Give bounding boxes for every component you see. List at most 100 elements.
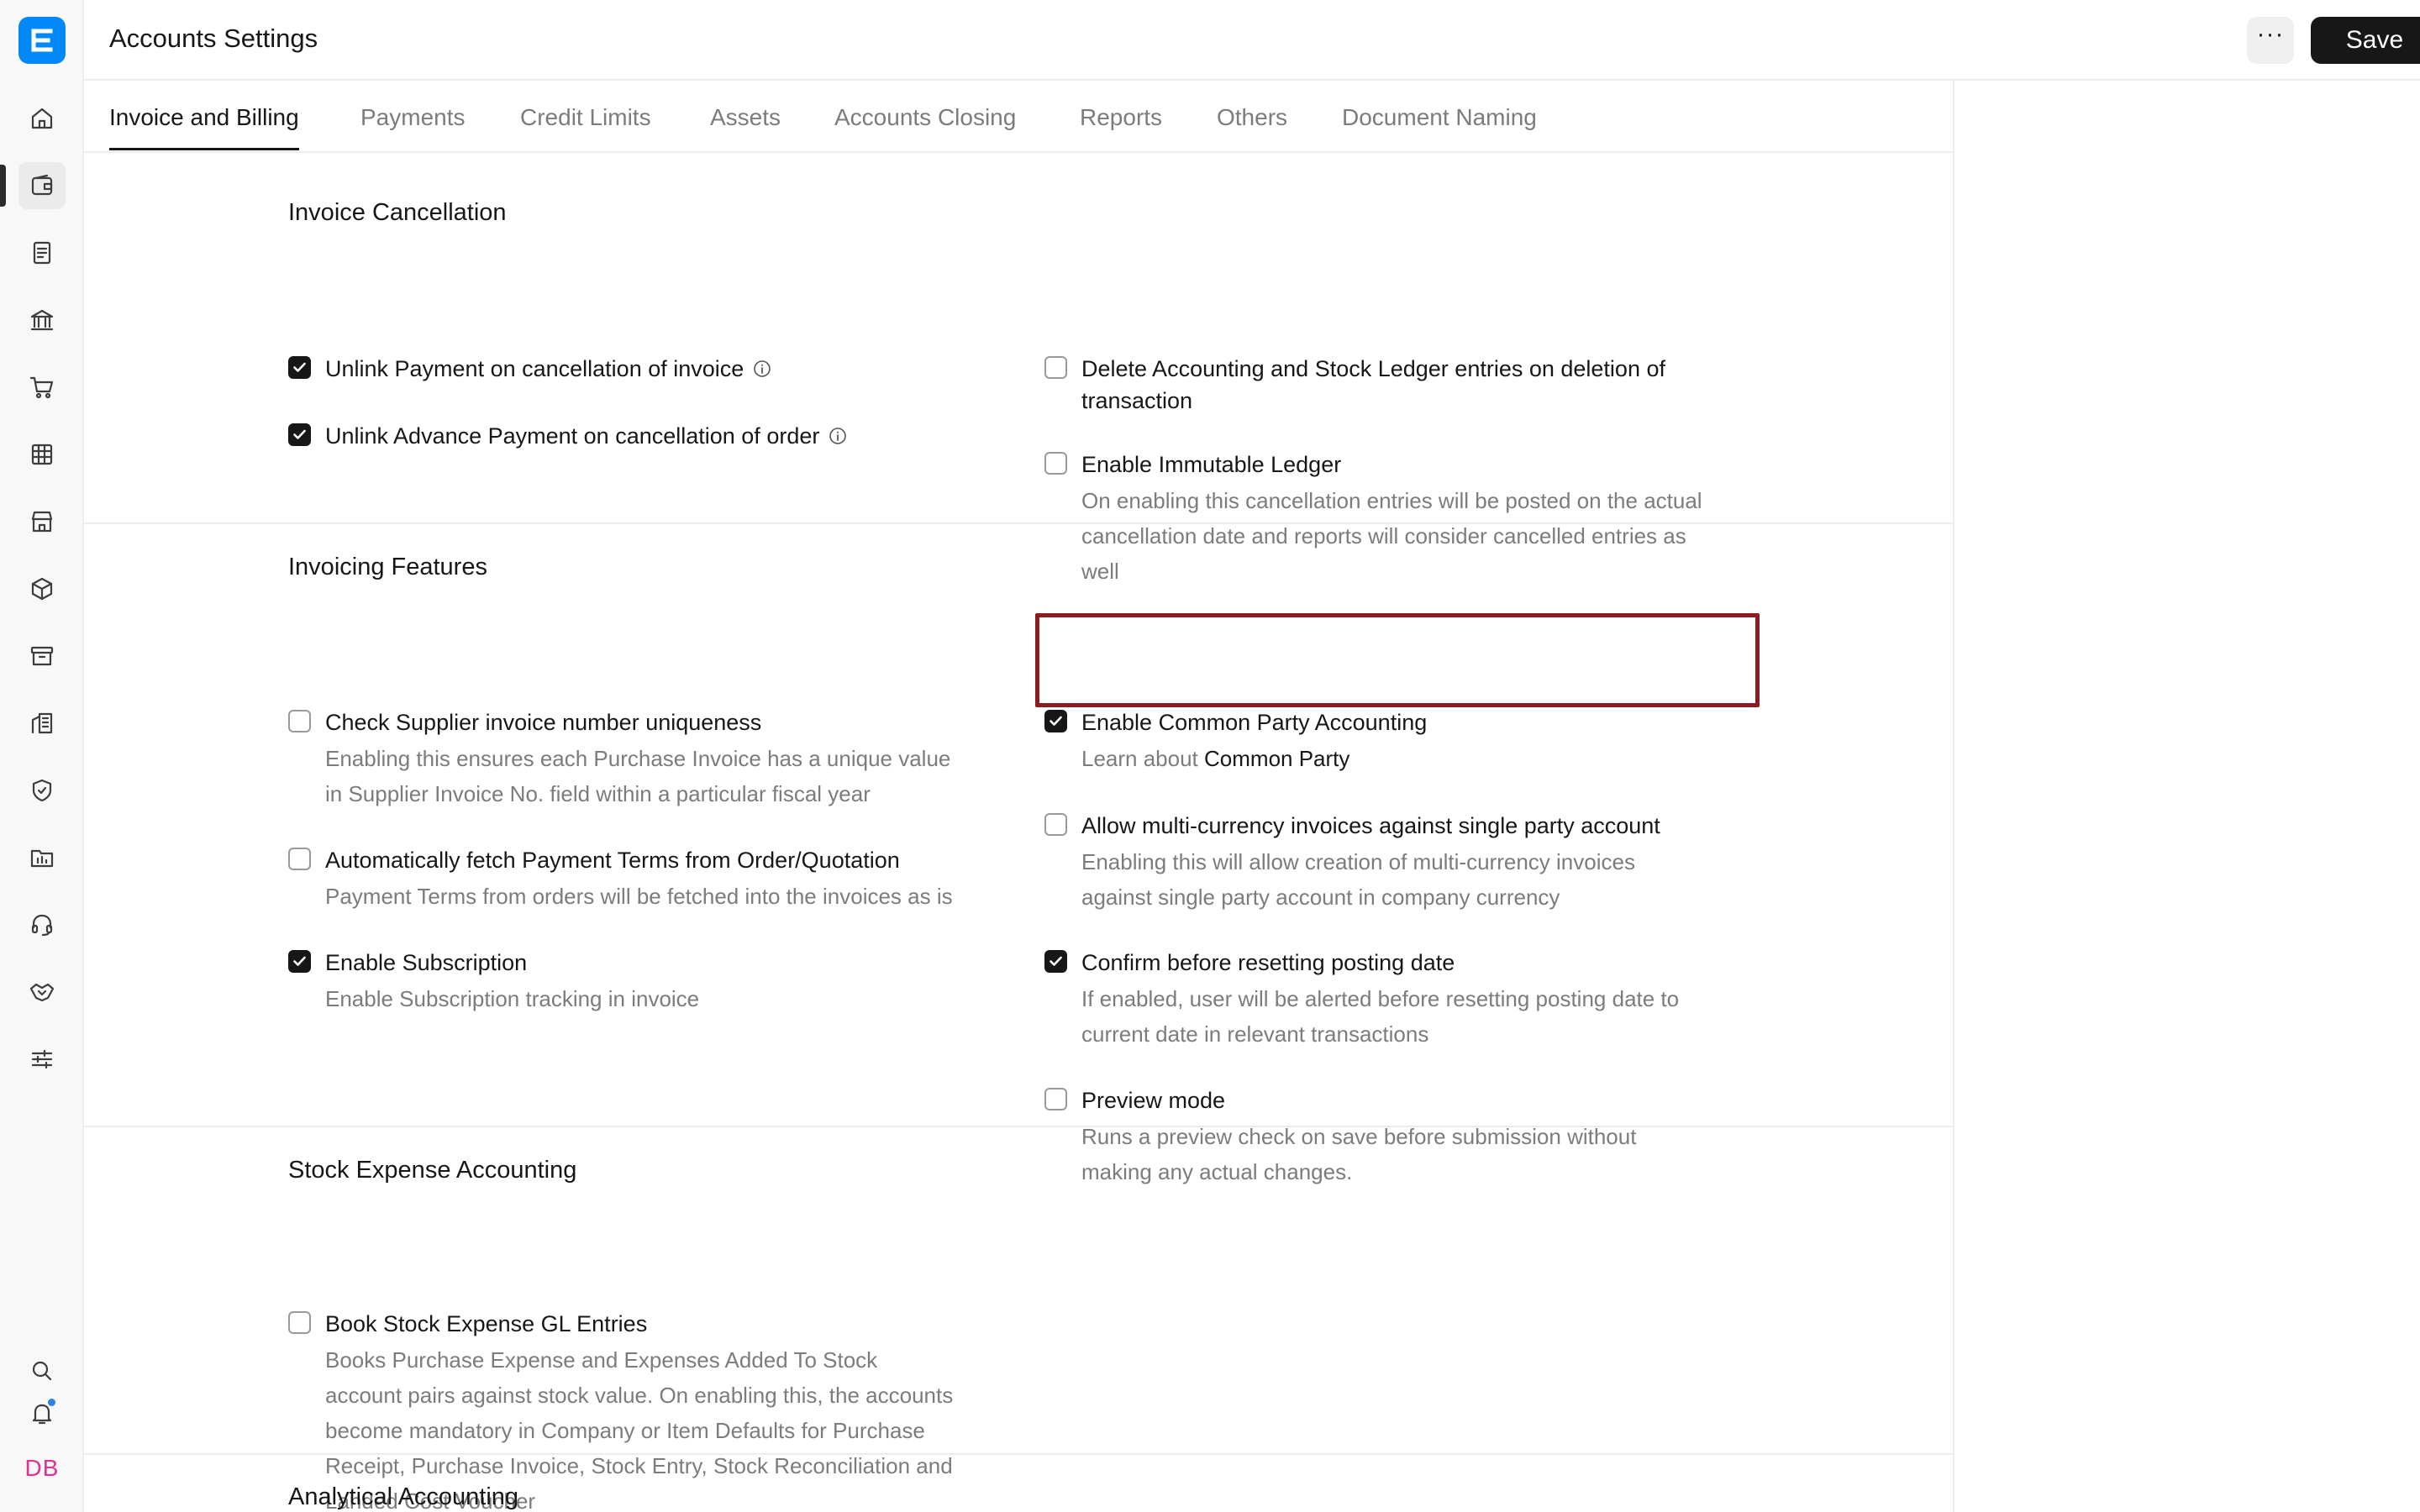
handshake-icon [29, 983, 55, 1002]
bank-icon [30, 309, 54, 331]
unlink-payment-label: Unlink Payment on cancellation of invoic… [325, 353, 772, 385]
archive-icon [30, 646, 54, 666]
description-line: become mandatory in Company or Item Defa… [325, 1418, 925, 1443]
table-icon [31, 444, 53, 465]
tab-payments[interactable]: Payments [360, 104, 466, 131]
sidebar-item-banking[interactable] [18, 297, 66, 344]
confirm-reset-label: Confirm before resetting posting date [1081, 950, 1455, 975]
search-button[interactable] [18, 1347, 66, 1394]
package-icon [31, 577, 53, 601]
sidebar-item-crm[interactable] [18, 969, 66, 1016]
avatar[interactable]: DB [18, 1445, 66, 1492]
check-icon [1050, 956, 1062, 966]
sidebar-item-manufacturing[interactable] [18, 700, 66, 747]
field-multi-currency-invoices: Allow multi-currency invoices against si… [1044, 810, 1784, 919]
field-enable-subscription: Enable Subscription Enable Subscription … [288, 947, 1028, 1022]
search-icon [32, 1361, 52, 1381]
tab-reports[interactable]: Reports [1080, 104, 1162, 131]
field-immutable-ledger: Enable Immutable Ledger On enabling this… [1044, 449, 1784, 591]
sidebar-item-projects[interactable] [18, 834, 66, 881]
tab-assets[interactable]: Assets [710, 104, 781, 131]
sidebar-item-reports[interactable] [18, 431, 66, 478]
check-icon [1050, 716, 1062, 726]
tab-invoice-and-billing[interactable]: Invoice and Billing [109, 104, 299, 150]
headset-icon [31, 914, 53, 937]
tab-bar: Invoice and Billing Payments Credit Limi… [84, 81, 1954, 153]
sidebar-item-buying[interactable] [18, 364, 66, 411]
info-icon[interactable] [752, 359, 772, 379]
notifications-button[interactable] [18, 1390, 66, 1437]
unlink-payment-text: Unlink Payment on cancellation of invoic… [325, 356, 744, 381]
check-icon [293, 429, 306, 439]
field-supplier-invoice-uniqueness: Check Supplier invoice number uniqueness… [288, 706, 1028, 816]
store-icon [31, 511, 53, 533]
book-stock-expense-checkbox[interactable] [288, 1311, 311, 1334]
unlink-advance-checkbox[interactable] [288, 423, 311, 446]
notification-dot [46, 1397, 57, 1408]
description-line: well [1081, 559, 1119, 584]
fetch-payment-terms-checkbox[interactable] [288, 848, 311, 870]
sidebar-item-assets[interactable] [18, 633, 66, 680]
highlight-box [1035, 613, 1760, 707]
preview-mode-checkbox[interactable] [1044, 1088, 1067, 1110]
description-line: current date in relevant transactions [1081, 1021, 1429, 1047]
enable-subscription-label: Enable Subscription [325, 950, 528, 975]
delete-ledger-label: Delete Accounting and Stock Ledger entri… [1081, 353, 1665, 417]
section-title-invoicing-features: Invoicing Features [288, 554, 487, 580]
unlink-payment-checkbox[interactable] [288, 356, 311, 379]
sidebar-item-support[interactable] [18, 901, 66, 948]
field-confirm-resetting-posting-date: Confirm before resetting posting date If… [1044, 947, 1784, 1056]
page-title: Accounts Settings [109, 24, 318, 53]
info-icon[interactable] [828, 426, 848, 446]
sidebar-item-documents[interactable] [18, 229, 66, 276]
sidebar-item-accounting[interactable] [18, 162, 66, 209]
multi-currency-label: Allow multi-currency invoices against si… [1081, 813, 1660, 838]
common-party-link[interactable]: Common Party [1204, 746, 1349, 771]
tab-document-naming[interactable]: Document Naming [1342, 104, 1537, 131]
fetch-payment-terms-label: Automatically fetch Payment Terms from O… [325, 848, 900, 873]
section-title-analytical-accounting: Analytical Accounting [288, 1483, 519, 1510]
description-line: against single party account in company … [1081, 885, 1560, 910]
sidebar-item-selling[interactable] [18, 498, 66, 545]
supplier-uniqueness-checkbox[interactable] [288, 710, 311, 732]
preview-mode-label: Preview mode [1081, 1088, 1226, 1113]
sidebar: DB [0, 0, 84, 1512]
delete-ledger-label-line: transaction [1081, 388, 1193, 413]
description-line: Runs a preview check on save before subm… [1081, 1124, 1637, 1149]
tab-others[interactable]: Others [1217, 104, 1287, 131]
sidebar-item-home[interactable] [18, 95, 66, 142]
more-actions-button[interactable]: ··· [2247, 17, 2294, 64]
sidebar-item-stock[interactable] [18, 565, 66, 612]
tab-credit-limits[interactable]: Credit Limits [520, 104, 651, 131]
document-icon [33, 241, 51, 265]
preview-mode-description: Runs a preview check on save before subm… [1081, 1119, 1636, 1189]
confirm-reset-checkbox[interactable] [1044, 950, 1067, 973]
active-indicator [0, 165, 6, 207]
multi-currency-description: Enabling this will allow creation of mul… [1081, 844, 1635, 915]
sidebar-item-settings[interactable] [18, 1036, 66, 1083]
description-line: If enabled, user will be alerted before … [1081, 986, 1680, 1011]
field-fetch-payment-terms: Automatically fetch Payment Terms from O… [288, 844, 1028, 920]
description-line: Enabling this ensures each Purchase Invo… [325, 746, 951, 771]
sidebar-item-quality[interactable] [18, 767, 66, 814]
field-book-stock-expense-gl: Book Stock Expense GL Entries Books Purc… [288, 1308, 1044, 1512]
app-logo[interactable] [18, 17, 66, 64]
fetch-payment-terms-description: Payment Terms from orders will be fetche… [325, 879, 953, 914]
common-party-checkbox[interactable] [1044, 710, 1067, 732]
section-divider [84, 1453, 1954, 1455]
erpnext-logo-icon [31, 29, 53, 52]
confirm-reset-description: If enabled, user will be alerted before … [1081, 981, 1679, 1052]
enable-subscription-description: Enable Subscription tracking in invoice [325, 981, 699, 1016]
multi-currency-checkbox[interactable] [1044, 813, 1067, 836]
tab-accounts-closing[interactable]: Accounts Closing [834, 104, 1016, 131]
enable-subscription-checkbox[interactable] [288, 950, 311, 973]
field-preview-mode: Preview mode Runs a preview check on sav… [1044, 1084, 1784, 1194]
delete-ledger-checkbox[interactable] [1044, 356, 1067, 379]
immutable-ledger-checkbox[interactable] [1044, 452, 1067, 475]
immutable-ledger-label: Enable Immutable Ledger [1081, 452, 1342, 477]
section-title-invoice-cancellation: Invoice Cancellation [288, 199, 507, 226]
common-party-label: Enable Common Party Accounting [1081, 710, 1428, 735]
save-button[interactable]: Save [2311, 17, 2420, 64]
cart-icon [29, 376, 54, 399]
delete-ledger-label-line: Delete Accounting and Stock Ledger entri… [1081, 356, 1665, 381]
